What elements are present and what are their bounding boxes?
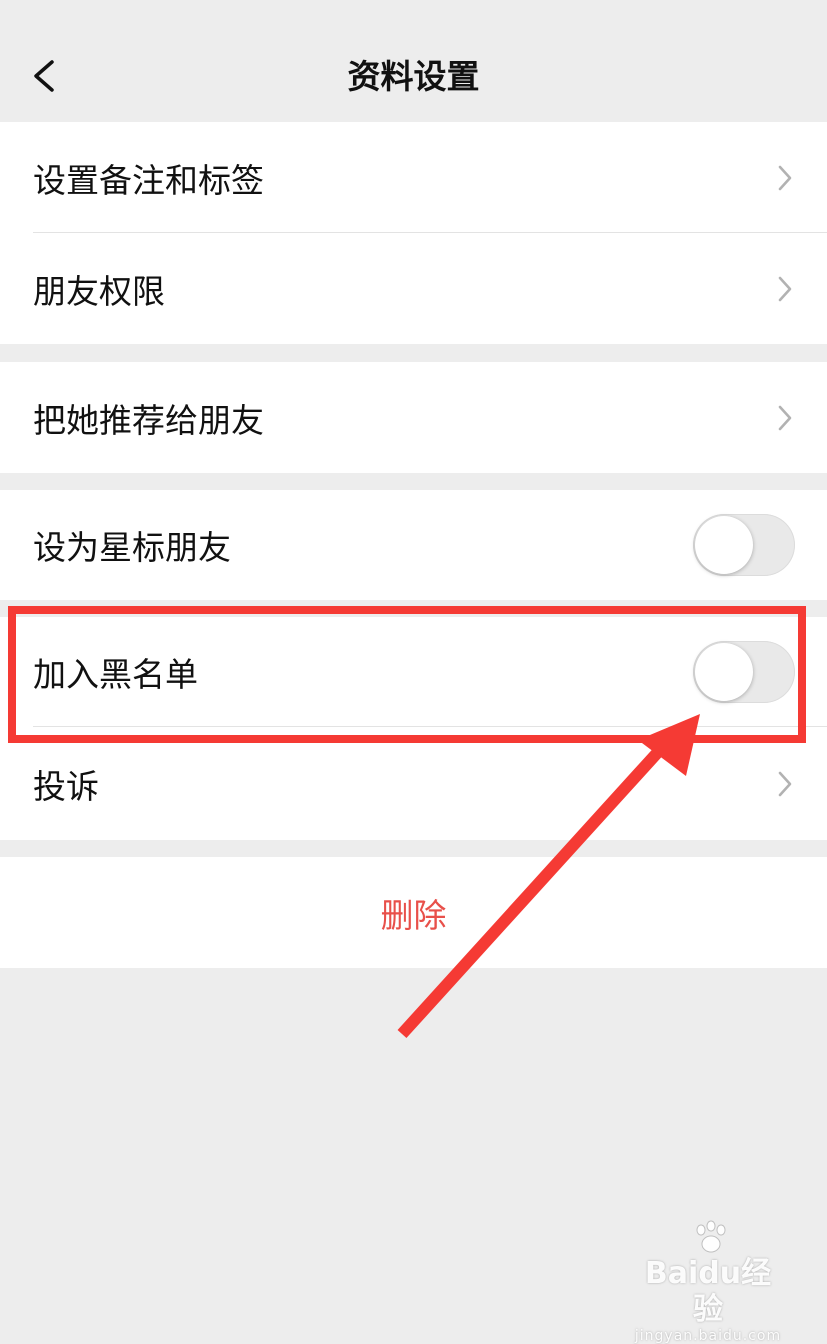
settings-group-delete: 删除 [0,857,827,968]
row-star-friend: 设为星标朋友 [0,490,827,600]
row-set-remark-tags[interactable]: 设置备注和标签 [0,122,827,233]
star-friend-toggle[interactable] [693,514,795,576]
row-label: 把她推荐给朋友 [33,400,264,440]
watermark-logo: Baidu经验 [644,1256,772,1327]
row-label: 设为星标朋友 [33,528,231,567]
row-label: 投诉 [33,766,99,806]
baidu-watermark: Baidu经验 jingyan.baidu.com [633,1220,783,1344]
row-report[interactable]: 投诉 [0,727,827,840]
page-title: 资料设置 [347,57,480,96]
row-friend-permissions[interactable]: 朋友权限 [0,233,827,344]
delete-button[interactable]: 删除 [0,857,827,968]
paw-logo-icon [696,1220,726,1253]
toggle-knob [695,516,753,574]
chevron-right-icon [778,165,792,190]
row-label: 设置备注和标签 [33,160,264,200]
row-recommend-to-friend[interactable]: 把她推荐给朋友 [0,362,827,473]
chevron-right-icon [778,276,792,301]
row-label: 朋友权限 [33,271,165,311]
settings-group-recommend: 把她推荐给朋友 [0,362,827,473]
settings-group-remark: 设置备注和标签 朋友权限 [0,122,827,344]
highlight-box [8,606,806,743]
nav-bar: 资料设置 [0,0,827,122]
watermark-url: jingyan.baidu.com [634,1328,782,1344]
chevron-right-icon [778,405,792,430]
chevron-right-icon [778,771,792,796]
